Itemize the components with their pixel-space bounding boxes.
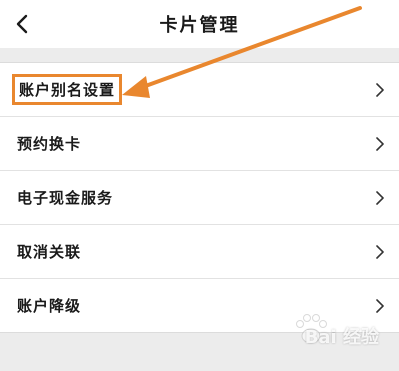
menu-item-label: 预约换卡: [17, 135, 82, 153]
menu-item-reserve-card[interactable]: 预约换卡: [0, 117, 399, 171]
menu-item-unlink[interactable]: 取消关联: [0, 225, 399, 279]
menu-item-label: 账户别名设置: [12, 74, 123, 105]
menu-list: 账户别名设置 预约换卡 电子现金服务 取消关联 账户降级: [0, 62, 399, 333]
chevron-right-icon: [376, 136, 384, 151]
menu-item-label: 电子现金服务: [17, 189, 114, 207]
chevron-right-icon: [376, 190, 384, 205]
watermark-text: Bai 经验: [304, 327, 379, 348]
chevron-right-icon: [376, 244, 384, 259]
watermark: Bai 经验: [281, 314, 391, 363]
chevron-right-icon: [376, 82, 384, 97]
menu-item-e-cash[interactable]: 电子现金服务: [0, 171, 399, 225]
page-title: 卡片管理: [159, 15, 240, 36]
top-nav-bar: 卡片管理: [0, 0, 399, 48]
menu-item-label: 取消关联: [17, 243, 82, 261]
chevron-right-icon: [376, 298, 384, 313]
menu-item-account-alias[interactable]: 账户别名设置: [0, 63, 399, 117]
menu-item-label: 账户降级: [17, 297, 82, 315]
